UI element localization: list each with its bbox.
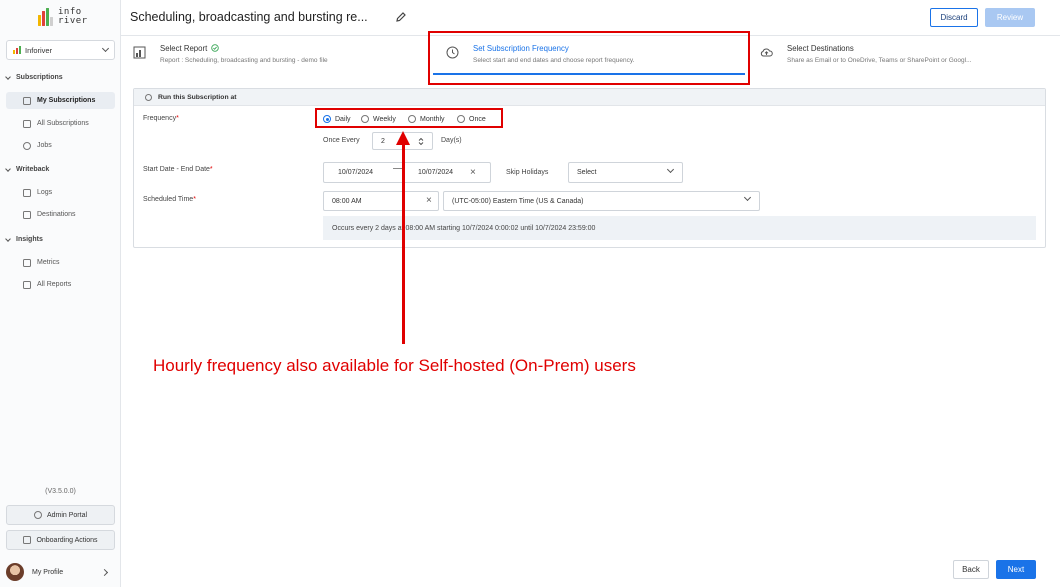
step-subtitle: Share as Email or to OneDrive, Teams or … <box>787 57 972 64</box>
sidebar-item-all-subscriptions[interactable]: All Subscriptions <box>6 115 115 132</box>
chevron-right-icon <box>100 568 109 576</box>
report-icon <box>133 46 146 59</box>
stepper-arrows-icon[interactable] <box>418 137 424 146</box>
sidebar-item-logs[interactable]: Logs <box>6 184 115 201</box>
chevron-down-icon <box>101 44 110 53</box>
onboarding-actions-button[interactable]: Onboarding Actions <box>6 530 115 550</box>
scheduled-time-input[interactable]: 08:00 AM × <box>323 191 439 211</box>
chevron-down-icon <box>5 235 11 242</box>
check-circle-icon <box>211 44 220 52</box>
logo-icon <box>38 8 54 26</box>
logo-text: info river <box>58 7 88 26</box>
chevron-down-icon <box>666 165 675 174</box>
sidebar-item-all-reports[interactable]: All Reports <box>6 276 115 293</box>
date-range-picker[interactable]: 10/07/2024 10/07/2024 × <box>323 162 491 183</box>
page-title: Scheduling, broadcasting and bursting re… <box>130 10 368 24</box>
sidebar-item-my-subscriptions[interactable]: My Subscriptions <box>6 92 115 109</box>
calendar-icon <box>23 119 31 128</box>
step-title: Select Report <box>160 44 220 53</box>
annotation-highlight-frequency <box>315 108 503 128</box>
edit-icon[interactable] <box>395 11 407 23</box>
date-range-label: Start Date - End Date* <box>143 166 213 173</box>
section-insights[interactable]: Insights <box>5 235 43 243</box>
admin-portal-button[interactable]: Admin Portal <box>6 505 115 525</box>
metrics-icon <box>23 258 31 267</box>
once-every-unit: Day(s) <box>441 137 462 144</box>
avatar <box>6 563 24 581</box>
schedule-summary: Occurs every 2 days at 08:00 AM starting… <box>323 216 1036 240</box>
review-button[interactable]: Review <box>985 8 1035 27</box>
sidebar-item-jobs[interactable]: Jobs <box>6 137 115 154</box>
app-version: (V3.5.0.0) <box>45 488 76 495</box>
clear-icon[interactable]: × <box>426 196 432 206</box>
workspace-name: Inforiver <box>25 45 53 55</box>
discard-button[interactable]: Discard <box>930 8 978 27</box>
user-gear-icon <box>33 511 42 519</box>
chevron-down-icon <box>743 193 752 202</box>
sidebar-item-metrics[interactable]: Metrics <box>6 254 115 271</box>
my-profile[interactable]: My Profile <box>6 562 115 582</box>
annotation-arrow <box>402 140 405 344</box>
once-every-label: Once Every <box>323 137 360 144</box>
checklist-icon <box>23 536 32 544</box>
section-subscriptions[interactable]: Subscriptions <box>5 73 63 81</box>
panel-header: Run this Subscription at <box>134 89 1045 106</box>
sidebar-item-destinations[interactable]: Destinations <box>6 206 115 223</box>
clock-icon <box>145 93 152 101</box>
inforiver-logo[interactable]: info river <box>38 8 88 26</box>
annotation-text: Hourly frequency also available for Self… <box>153 356 636 375</box>
annotation-highlight-step <box>428 31 750 85</box>
cloud-upload-icon <box>760 48 773 57</box>
start-date[interactable]: 10/07/2024 <box>338 169 373 176</box>
skip-holidays-select[interactable]: Select <box>568 162 683 183</box>
chevron-down-icon <box>5 73 11 80</box>
chevron-down-icon <box>5 165 11 172</box>
report-icon <box>23 280 31 289</box>
logs-icon <box>23 188 31 197</box>
skip-holidays-label: Skip Holidays <box>506 169 549 176</box>
scheduled-time-label: Scheduled Time* <box>143 196 196 203</box>
workspace-icon <box>13 46 21 54</box>
step-select-report[interactable]: Select Report Report : Scheduling, broad… <box>133 36 423 76</box>
step-title: Select Destinations <box>787 44 854 53</box>
workspace-select[interactable]: Inforiver <box>6 40 115 60</box>
clear-icon[interactable]: × <box>470 168 476 178</box>
section-writeback[interactable]: Writeback <box>5 165 49 173</box>
sidebar: info river Inforiver Subscriptions My Su… <box>0 0 121 587</box>
clock-icon <box>23 141 31 150</box>
step-select-destinations[interactable]: Select Destinations Share as Email or to… <box>760 36 1050 76</box>
subscription-icon <box>23 96 31 105</box>
next-button[interactable]: Next <box>996 560 1036 579</box>
send-icon <box>23 210 31 219</box>
back-button[interactable]: Back <box>953 560 989 579</box>
timezone-select[interactable]: (UTC-05:00) Eastern Time (US & Canada) <box>443 191 760 211</box>
step-subtitle: Report : Scheduling, broadcasting and bu… <box>160 57 328 64</box>
frequency-label: Frequency* <box>143 115 179 122</box>
end-date[interactable]: 10/07/2024 <box>418 169 453 176</box>
